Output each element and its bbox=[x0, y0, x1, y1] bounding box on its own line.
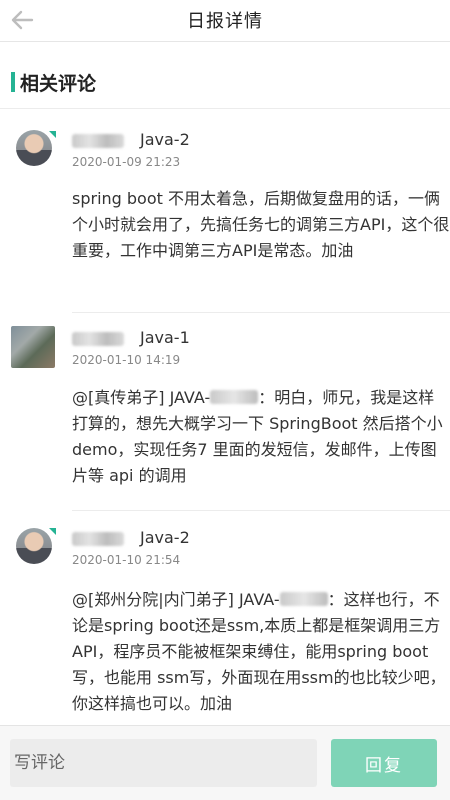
user-name-blurred bbox=[72, 332, 124, 346]
comment-input-bar: 回复 bbox=[0, 725, 450, 800]
user-class-tag: Java-1 bbox=[140, 328, 190, 347]
section-divider bbox=[0, 108, 450, 109]
comment-content: @[真传弟子] JAVA- ：明白，师兄，我是这样打算的，想先大概学习一下 Spr… bbox=[72, 385, 450, 489]
user-name-blurred bbox=[72, 134, 124, 148]
comment-input[interactable] bbox=[10, 739, 317, 787]
section-title: 相关评论 bbox=[20, 73, 97, 95]
comment-date: 2020-01-10 21:54 bbox=[72, 553, 181, 567]
avatar[interactable] bbox=[11, 326, 55, 368]
user-class-tag: Java-2 bbox=[140, 130, 190, 149]
section-header: 相关评论 bbox=[0, 58, 450, 102]
user-name-blurred bbox=[72, 532, 124, 546]
comment-date: 2020-01-10 14:19 bbox=[72, 353, 181, 367]
top-bar: 日报详情 bbox=[0, 0, 450, 42]
avatar[interactable] bbox=[16, 130, 52, 166]
avatar[interactable] bbox=[16, 528, 52, 564]
badge-corner-icon bbox=[49, 528, 56, 535]
mention-name-blurred bbox=[210, 390, 259, 404]
mention-prefix: @[真传弟子] JAVA- bbox=[72, 388, 211, 407]
comment-content: spring boot 不用太着急，后期做复盘用的话，一俩个小时就会用了，先搞任… bbox=[72, 189, 450, 260]
section-accent-bar bbox=[11, 72, 15, 92]
comment-content: @[郑州分院|内门弟子] JAVA- ：这样也行，不论是spring boot还是… bbox=[72, 587, 450, 717]
comment-divider bbox=[72, 510, 450, 511]
badge-corner-icon bbox=[49, 131, 56, 138]
page-title: 日报详情 bbox=[187, 11, 263, 32]
reply-button[interactable]: 回复 bbox=[331, 739, 437, 787]
comment-date: 2020-01-09 21:23 bbox=[72, 155, 181, 169]
comment-divider bbox=[72, 312, 450, 313]
mention-name-blurred bbox=[279, 592, 328, 606]
user-class-tag: Java-2 bbox=[140, 528, 190, 547]
mention-prefix: @[郑州分院|内门弟子] JAVA- bbox=[72, 590, 280, 609]
